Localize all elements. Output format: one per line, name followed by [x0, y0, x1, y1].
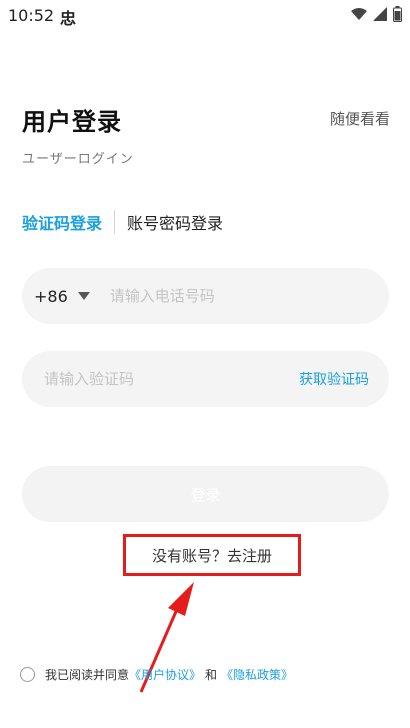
- signal-icon: [373, 7, 387, 21]
- checkbox-icon[interactable]: [20, 667, 35, 682]
- country-code[interactable]: +86: [34, 287, 68, 306]
- login-tabs: 验证码登录 账号密码登录: [22, 210, 223, 234]
- tab-verification-code-login[interactable]: 验证码登录: [22, 210, 102, 234]
- page-subtitle: ユーザーログイン: [22, 152, 134, 167]
- agreement-and: 和: [205, 668, 218, 682]
- user-agreement-link[interactable]: 《用户协议》: [129, 666, 201, 683]
- status-bar: 10:52 忠: [0, 0, 410, 30]
- status-icons: [351, 6, 402, 22]
- verification-code-input[interactable]: [42, 369, 266, 389]
- status-time: 10:52: [8, 6, 55, 25]
- register-link[interactable]: 没有账号？去注册: [152, 545, 272, 566]
- login-button[interactable]: 登录: [22, 466, 389, 522]
- agreement-row: 我已阅读并同意 《用户协议》 和 《隐私政策》: [20, 666, 293, 683]
- agreement-prefix: 我已阅读并同意: [45, 668, 130, 682]
- tab-password-login[interactable]: 账号密码登录: [127, 210, 223, 234]
- register-highlight-box: 没有账号？去注册: [123, 534, 301, 576]
- battery-icon: [393, 6, 402, 22]
- dropdown-caret-icon[interactable]: [77, 292, 90, 300]
- tab-divider: [114, 210, 116, 234]
- phone-input[interactable]: [107, 286, 352, 306]
- page-title: 用户登录: [22, 108, 122, 136]
- wifi-icon: [351, 8, 367, 20]
- phone-field: +86: [22, 268, 389, 324]
- browse-as-guest-link[interactable]: 随便看看: [330, 108, 390, 129]
- verification-code-field: 获取验证码: [22, 351, 389, 407]
- privacy-policy-link[interactable]: 《隐私政策》: [221, 666, 293, 683]
- get-code-button[interactable]: 获取验证码: [299, 369, 369, 389]
- notification-app-icon: 忠: [60, 9, 77, 28]
